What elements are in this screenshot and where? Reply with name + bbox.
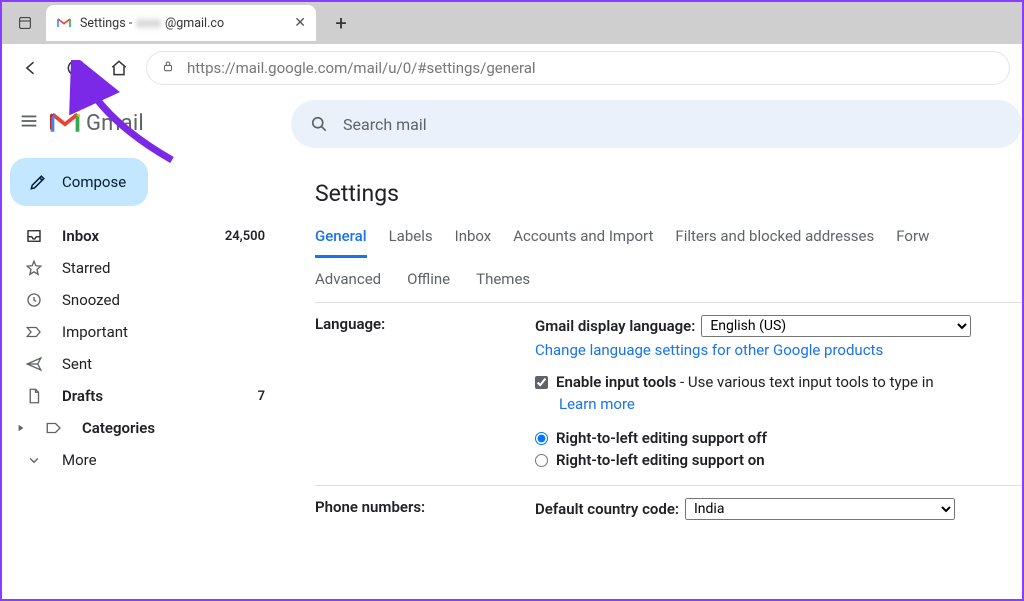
- back-button[interactable]: [14, 51, 48, 85]
- settings-tab-themes[interactable]: Themes: [476, 270, 530, 288]
- sidebar-item-categories[interactable]: Categories: [10, 412, 283, 444]
- sidebar-item-label: Starred: [62, 259, 265, 277]
- refresh-button[interactable]: [58, 51, 92, 85]
- sidebar-item-inbox[interactable]: Inbox 24,500: [10, 220, 283, 252]
- enable-input-tools-text: Enable input tools - Use various text in…: [556, 373, 934, 391]
- settings-tabs-row2: Advanced Offline Themes: [315, 258, 1022, 303]
- browser-tab-bar: Settings - xxxx @gmail.co ✕ +: [2, 2, 1022, 44]
- enable-input-tools-checkbox[interactable]: [535, 376, 548, 389]
- browser-tab[interactable]: Settings - xxxx @gmail.co ✕: [46, 5, 316, 41]
- settings-tab-inbox[interactable]: Inbox: [455, 221, 492, 257]
- sidebar-item-important[interactable]: Important: [10, 316, 283, 348]
- home-button[interactable]: [102, 51, 136, 85]
- gmail-favicon: [56, 15, 72, 31]
- rtl-off-radio[interactable]: [535, 432, 548, 445]
- browser-toolbar: https://mail.google.com/mail/u/0/#settin…: [2, 44, 1022, 92]
- inbox-icon: [24, 226, 44, 246]
- gmail-display-language-select[interactable]: English (US): [701, 315, 971, 337]
- settings-tabs: General Labels Inbox Accounts and Import Fil…: [315, 221, 1022, 258]
- sidebar: Gmail Compose Inbox 24,500 Starred Snoozed I…: [2, 92, 291, 599]
- settings-tab-accounts-and-import[interactable]: Accounts and Import: [513, 221, 653, 257]
- sidebar-item-label: Inbox: [62, 227, 207, 245]
- sidebar-item-count: 7: [258, 389, 265, 404]
- settings-tab-general[interactable]: General: [315, 221, 367, 258]
- setting-label-language: Language:: [315, 315, 535, 473]
- draft-icon: [24, 386, 44, 406]
- close-tab-icon[interactable]: ✕: [294, 15, 306, 31]
- settings-title: Settings: [315, 180, 1022, 207]
- main-menu-icon[interactable]: [18, 110, 40, 136]
- sidebar-item-label: Drafts: [62, 387, 240, 405]
- setting-row-language: Language: Gmail display language: Englis…: [315, 303, 1022, 486]
- learn-more-link[interactable]: Learn more: [559, 395, 635, 413]
- settings-tab-filters-and-blocked-addresses[interactable]: Filters and blocked addresses: [675, 221, 874, 257]
- send-icon: [24, 354, 44, 374]
- setting-label-phone: Phone numbers:: [315, 498, 535, 524]
- sidebar-item-label: Sent: [62, 355, 265, 373]
- search-icon: [309, 114, 329, 134]
- settings-panel: Settings General Labels Inbox Accounts and …: [291, 164, 1022, 599]
- rtl-on-radio[interactable]: [535, 454, 548, 467]
- more-icon: [24, 450, 44, 470]
- important-icon: [24, 322, 44, 342]
- setting-row-phone: Phone numbers: Default country code: Ind…: [315, 486, 1022, 536]
- sidebar-item-count: 24,500: [225, 229, 265, 244]
- star-icon: [24, 258, 44, 278]
- gmail-logo[interactable]: Gmail: [50, 111, 144, 136]
- sidebar-item-drafts[interactable]: Drafts 7: [10, 380, 283, 412]
- sidebar-item-label: Categories: [82, 419, 265, 437]
- rtl-off-label: Right-to-left editing support off: [556, 429, 767, 447]
- search-bar[interactable]: Search mail: [291, 100, 1022, 148]
- sidebar-item-starred[interactable]: Starred: [10, 252, 283, 284]
- sidebar-item-label: Important: [62, 323, 265, 341]
- lock-icon: [161, 59, 175, 77]
- new-tab-button[interactable]: +: [324, 6, 358, 40]
- gmail-display-language-label: Gmail display language:: [535, 317, 695, 335]
- sidebar-item-label: Snoozed: [62, 291, 265, 309]
- url-text: https://mail.google.com/mail/u/0/#settin…: [187, 59, 536, 77]
- category-icon: [44, 418, 64, 438]
- default-country-code-label: Default country code:: [535, 500, 679, 518]
- address-bar[interactable]: https://mail.google.com/mail/u/0/#settin…: [146, 51, 1010, 85]
- tab-title: Settings - xxxx @gmail.co: [80, 16, 224, 31]
- settings-tab-offline[interactable]: Offline: [407, 270, 450, 288]
- main-content: Search mail Settings GeneralLabelsInboxA…: [291, 92, 1022, 599]
- settings-tab-advanced[interactable]: Advanced: [315, 270, 381, 288]
- sidebar-item-snoozed[interactable]: Snoozed: [10, 284, 283, 316]
- default-country-code-select[interactable]: India: [685, 498, 955, 520]
- settings-tab-forwarding[interactable]: Forw: [896, 221, 929, 257]
- settings-tab-labels[interactable]: Labels: [389, 221, 433, 257]
- change-language-link[interactable]: Change language settings for other Googl…: [535, 341, 883, 359]
- sidebar-item-sent[interactable]: Sent: [10, 348, 283, 380]
- sidebar-item-label: More: [62, 451, 265, 469]
- sidebar-item-more[interactable]: More: [10, 444, 283, 476]
- compose-button[interactable]: Compose: [10, 158, 148, 206]
- search-placeholder: Search mail: [343, 115, 427, 134]
- rtl-on-label: Right-to-left editing support on: [556, 451, 765, 469]
- clock-icon: [24, 290, 44, 310]
- tabs-overview-button[interactable]: [12, 10, 38, 36]
